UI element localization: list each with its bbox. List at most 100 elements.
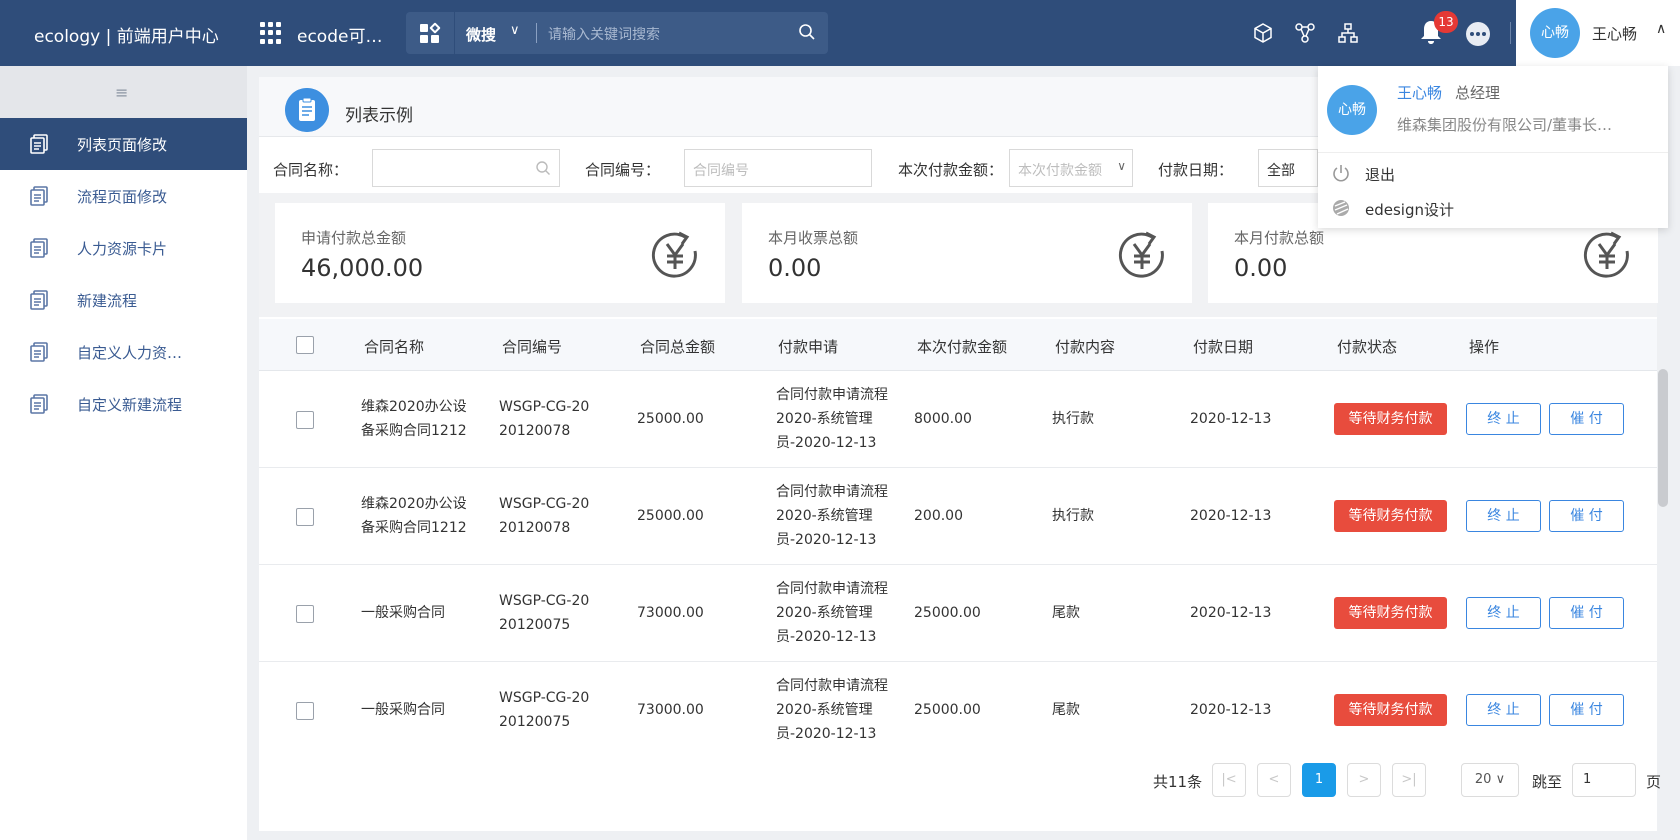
urge-payment-button[interactable]: 催 付: [1549, 500, 1624, 532]
contract-name-input[interactable]: [372, 149, 560, 187]
yuan-refresh-icon: [651, 231, 697, 278]
card-value: 46,000.00: [301, 254, 424, 282]
terminate-button[interactable]: 终 止: [1466, 597, 1541, 629]
page-suffix: 页: [1646, 773, 1662, 791]
terminate-button[interactable]: 终 止: [1466, 500, 1541, 532]
module-switch-icon[interactable]: [420, 22, 441, 44]
payment-content-cell: 尾款: [1052, 702, 1080, 718]
payment-amount-cell: 200.00: [914, 508, 963, 524]
yuan-refresh-icon: [1583, 231, 1629, 278]
chevron-down-icon[interactable]: ∨: [510, 23, 520, 38]
dropdown-user-title: 总经理: [1455, 84, 1501, 102]
status-badge: 等待财务付款: [1334, 403, 1447, 435]
sidebar-item-label: 人力资源卡片: [77, 240, 168, 258]
sidebar-item-flow-page[interactable]: 流程页面修改: [0, 170, 247, 222]
date-select[interactable]: 全部: [1258, 149, 1318, 187]
terminate-button[interactable]: 终 止: [1466, 403, 1541, 435]
sidebar-item-list-page[interactable]: 列表页面修改: [0, 118, 247, 170]
avatar[interactable]: 心畅: [1530, 8, 1580, 58]
dropdown-user-name[interactable]: 王心畅: [1397, 82, 1442, 103]
payment-request-link[interactable]: 合同付款申请流程2020-系统管理员-2020-12-13: [776, 674, 894, 746]
chevron-up-icon[interactable]: ∧: [1656, 21, 1666, 37]
date-label: 付款日期：: [1158, 161, 1234, 179]
contract-no-cell: WSGP-CG-2020120078: [499, 399, 590, 439]
total-count: 共11条: [1153, 773, 1203, 791]
brand-title[interactable]: ecology | 前端用户中心: [34, 22, 219, 47]
amount-select[interactable]: 本次付款金额 ∨: [1009, 149, 1133, 187]
document-icon: [30, 394, 48, 414]
sidebar-item-label: 自定义新建流程: [77, 396, 183, 414]
vertical-scrollbar[interactable]: [1658, 369, 1668, 507]
search-type-select[interactable]: 微搜: [466, 24, 496, 45]
column-header[interactable]: 付款日期: [1193, 336, 1253, 357]
first-page-button[interactable]: |<: [1212, 763, 1246, 797]
search-input[interactable]: 请输入关键词搜索: [548, 24, 660, 44]
row-checkbox[interactable]: [296, 702, 314, 720]
payment-amount-cell: 8000.00: [914, 411, 972, 427]
table-row[interactable]: 维森2020办公设备采购合同1212 WSGP-CG-2020120078 25…: [259, 371, 1657, 468]
column-header[interactable]: 合同编号: [502, 336, 562, 357]
app-name[interactable]: ecode可…: [297, 22, 382, 47]
urge-payment-button[interactable]: 催 付: [1549, 694, 1624, 726]
cube-icon[interactable]: [1252, 22, 1274, 44]
document-icon: [30, 342, 48, 362]
global-search: 微搜 ∨ 请输入关键词搜索: [406, 12, 828, 54]
row-checkbox[interactable]: [296, 508, 314, 526]
column-header[interactable]: 合同总金额: [640, 336, 715, 357]
menu-collapse-icon[interactable]: ≡: [115, 83, 128, 102]
page-number-button[interactable]: 1: [1302, 763, 1336, 797]
row-checkbox[interactable]: [296, 411, 314, 429]
search-icon[interactable]: [798, 23, 816, 41]
sidebar-item-hr-card[interactable]: 人力资源卡片: [0, 222, 247, 274]
last-page-button[interactable]: >|: [1392, 763, 1426, 797]
payment-date-cell: 2020-12-13: [1190, 702, 1272, 718]
column-header[interactable]: 付款申请: [778, 336, 838, 357]
column-header[interactable]: 本次付款金额: [917, 336, 1007, 357]
prev-page-button[interactable]: <: [1257, 763, 1291, 797]
column-header[interactable]: 付款状态: [1337, 336, 1397, 357]
payment-request-link[interactable]: 合同付款申请流程2020-系统管理员-2020-12-13: [776, 383, 894, 455]
sidebar-item-custom-hr[interactable]: 自定义人力资…: [0, 326, 247, 378]
contract-name-cell: 一般采购合同: [361, 605, 445, 621]
logout-menu-item[interactable]: 退出: [1365, 164, 1395, 185]
more-icon[interactable]: [1466, 22, 1490, 46]
total-amount-cell: 73000.00: [637, 605, 704, 621]
user-name[interactable]: 王心畅: [1592, 23, 1637, 44]
amount-select-placeholder: 本次付款金额: [1018, 163, 1102, 179]
power-icon[interactable]: [1331, 163, 1351, 183]
page-size-select[interactable]: 20 ∨: [1461, 763, 1519, 797]
sidebar-item-custom-new-flow[interactable]: 自定义新建流程: [0, 378, 247, 430]
edesign-menu-item[interactable]: edesign设计: [1365, 199, 1454, 220]
sidebar-item-new-flow[interactable]: 新建流程: [0, 274, 247, 326]
urge-payment-button[interactable]: 催 付: [1549, 597, 1624, 629]
payment-request-link[interactable]: 合同付款申请流程2020-系统管理员-2020-12-13: [776, 480, 894, 552]
select-all-checkbox[interactable]: [296, 336, 314, 354]
user-menu-trigger[interactable]: 心畅 王心畅 ∧: [1516, 0, 1680, 66]
chevron-down-icon: ∨: [1495, 772, 1506, 787]
yuan-refresh-icon: [1118, 231, 1164, 278]
table-row[interactable]: 一般采购合同 WSGP-CG-2020120075 73000.00 合同付款申…: [259, 662, 1657, 759]
search-icon[interactable]: [535, 160, 551, 176]
column-header[interactable]: 操作: [1469, 336, 1499, 357]
app-grid-icon[interactable]: [260, 22, 282, 44]
contract-no-input[interactable]: 合同编号: [684, 149, 872, 187]
row-checkbox[interactable]: [296, 605, 314, 623]
table-row[interactable]: 一般采购合同 WSGP-CG-2020120075 73000.00 合同付款申…: [259, 565, 1657, 662]
card-label: 申请付款总金额: [301, 229, 407, 247]
sidebar-collapse-button[interactable]: ≡: [0, 66, 247, 118]
terminate-button[interactable]: 终 止: [1466, 694, 1541, 726]
column-header[interactable]: 付款内容: [1055, 336, 1115, 357]
network-icon[interactable]: [1294, 22, 1316, 44]
column-header[interactable]: 合同名称: [364, 336, 424, 357]
user-dropdown-menu: 心畅 王心畅 总经理 维森集团股份有限公司/董事长… 退出 edesign设计: [1318, 66, 1668, 228]
palette-icon[interactable]: [1331, 198, 1351, 218]
contract-no-cell: WSGP-CG-2020120078: [499, 496, 590, 536]
next-page-button[interactable]: >: [1347, 763, 1381, 797]
table-row[interactable]: 维森2020办公设备采购合同1212 WSGP-CG-2020120078 25…: [259, 468, 1657, 565]
urge-payment-button[interactable]: 催 付: [1549, 403, 1624, 435]
card-label: 本月付款总额: [1234, 229, 1325, 247]
jump-page-input[interactable]: 1: [1572, 763, 1636, 797]
payment-request-link[interactable]: 合同付款申请流程2020-系统管理员-2020-12-13: [776, 577, 894, 649]
org-chart-icon[interactable]: [1337, 22, 1359, 44]
payment-amount-cell: 25000.00: [914, 702, 981, 718]
